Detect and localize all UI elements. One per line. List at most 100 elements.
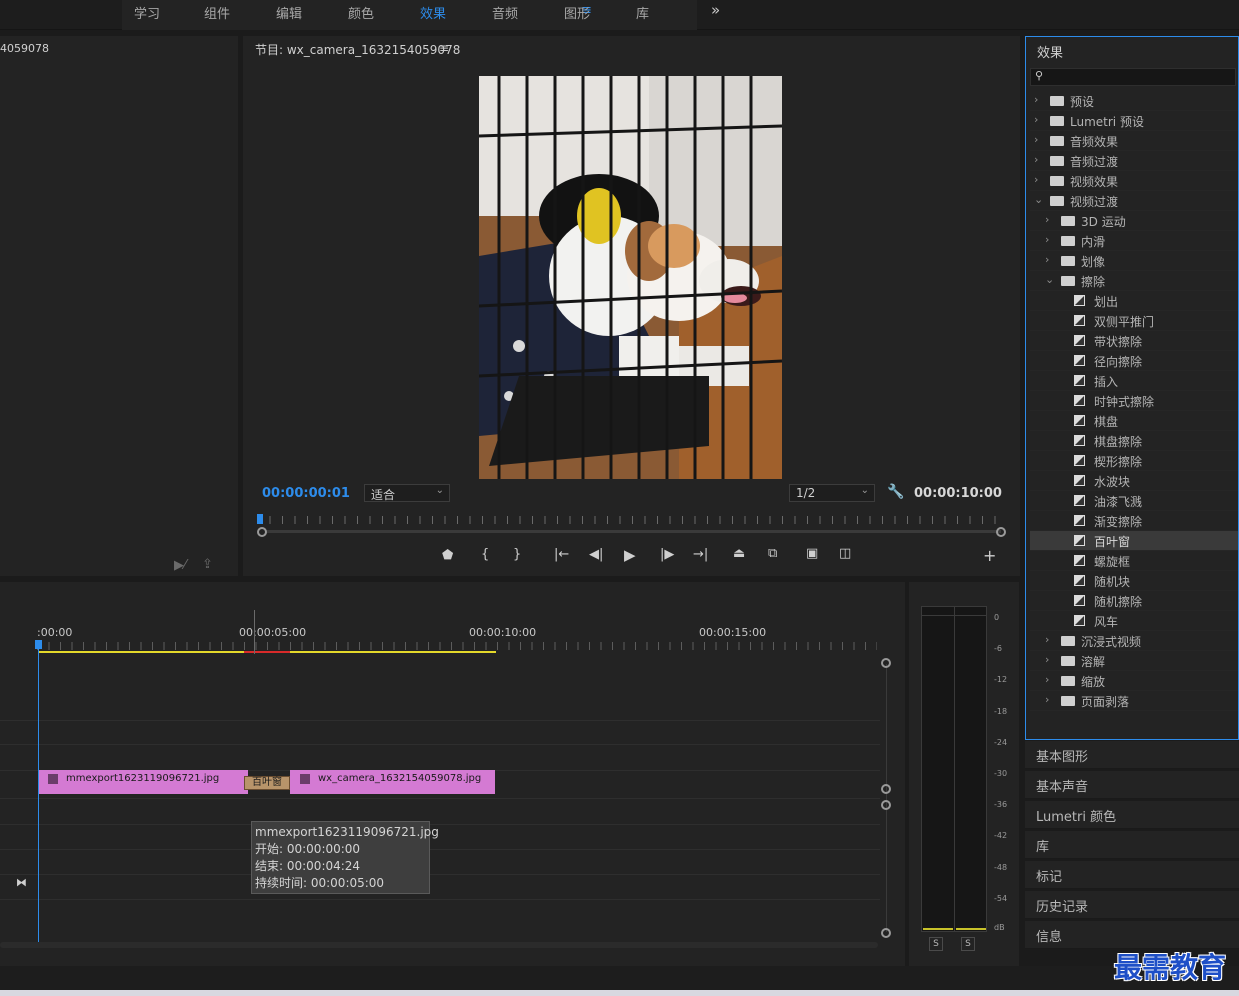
program-ruler[interactable] <box>257 516 1005 524</box>
horizontal-scrollbar[interactable] <box>0 942 878 948</box>
effects-tree-item[interactable]: › 内滑 <box>1030 231 1238 251</box>
effects-tree-item[interactable]: 百叶窗 <box>1030 531 1238 551</box>
chevron-right-icon[interactable]: › <box>1034 153 1038 166</box>
effects-tree-item[interactable]: 棋盘擦除 <box>1030 431 1238 451</box>
zoom-select[interactable]: 适合 ⌄ <box>364 484 450 502</box>
effects-tree-item[interactable]: 风车 <box>1030 611 1238 631</box>
go-to-in-icon[interactable]: |← <box>554 547 569 562</box>
solo-left-button[interactable]: S <box>929 937 943 951</box>
panel-markers[interactable]: 标记 <box>1025 861 1239 889</box>
wrench-icon[interactable]: 🔧 <box>887 484 904 500</box>
effects-tree-item[interactable]: › 页面剥落 <box>1030 691 1238 711</box>
effects-tree-item[interactable]: › Lumetri 预设 <box>1030 111 1238 131</box>
effects-tree-item[interactable]: › 预设 <box>1030 91 1238 111</box>
effects-tree-item[interactable]: ⌄ 视频过渡 <box>1030 191 1238 211</box>
plus-icon[interactable]: + <box>983 546 996 565</box>
panel-lumetri-color[interactable]: Lumetri 颜色 <box>1025 801 1239 829</box>
effects-tree-item[interactable]: 水波块 <box>1030 471 1238 491</box>
tab-libraries[interactable]: 库 <box>636 3 649 22</box>
effects-tree-item[interactable]: 带状擦除 <box>1030 331 1238 351</box>
effects-tree-item[interactable]: › 视频效果 <box>1030 171 1238 191</box>
effects-tree-item[interactable]: 油漆飞溅 <box>1030 491 1238 511</box>
chevron-right-icon[interactable]: › <box>1045 673 1049 686</box>
play-icon[interactable]: ▶ <box>624 546 636 564</box>
tab-graphics[interactable]: 图形 <box>564 3 590 22</box>
playhead-handle[interactable] <box>35 640 42 649</box>
effects-tree-item[interactable]: › 沉浸式视频 <box>1030 631 1238 651</box>
tab-learn[interactable]: 学习 <box>134 3 160 22</box>
playhead-line[interactable] <box>38 644 39 942</box>
chevron-down-icon[interactable]: ⌄ <box>1045 273 1054 286</box>
current-timecode[interactable]: 00:00:00:01 <box>262 486 350 501</box>
panel-menu-icon[interactable]: ≡ <box>439 41 449 55</box>
effects-tree-item[interactable]: 双侧平推门 <box>1030 311 1238 331</box>
effects-tree-item[interactable]: 渐变擦除 <box>1030 511 1238 531</box>
tab-effects[interactable]: 效果 <box>420 3 446 22</box>
effects-tree-item[interactable]: 插入 <box>1030 371 1238 391</box>
chevron-right-icon[interactable]: › <box>1045 233 1049 246</box>
camera-icon[interactable]: ▣ <box>806 546 818 561</box>
go-to-out-icon[interactable]: →| <box>693 547 708 562</box>
chevron-down-icon[interactable]: ⌄ <box>1034 193 1043 206</box>
chevron-right-icon[interactable]: › <box>1034 113 1038 126</box>
chevron-right-icon[interactable]: › <box>1034 93 1038 106</box>
effects-tree-item[interactable]: 螺旋框 <box>1030 551 1238 571</box>
panel-history[interactable]: 历史记录 <box>1025 891 1239 919</box>
chevron-right-icon[interactable]: › <box>1045 633 1049 646</box>
transition-block[interactable]: 百叶窗 <box>244 776 290 790</box>
chevron-right-icon[interactable]: › <box>1034 133 1038 146</box>
vertical-scrollbar[interactable] <box>886 664 887 932</box>
insert-icon[interactable]: ▶⁄ <box>174 558 186 573</box>
panel-essential-sound[interactable]: 基本声音 <box>1025 771 1239 799</box>
snap-icon[interactable]: ⧓ <box>16 876 27 889</box>
export-frame-icon[interactable]: ⇪ <box>202 557 213 572</box>
panel-libraries[interactable]: 库 <box>1025 831 1239 859</box>
tab-editing[interactable]: 编辑 <box>276 3 302 22</box>
lift-icon[interactable]: ⏏ <box>733 546 745 561</box>
tab-assembly[interactable]: 组件 <box>204 3 230 22</box>
scroll-handle[interactable] <box>881 784 891 794</box>
panel-essential-graphics[interactable]: 基本图形 <box>1025 741 1239 769</box>
tab-audio[interactable]: 音频 <box>492 3 518 22</box>
add-marker-icon[interactable]: ⬟ <box>442 548 453 563</box>
effects-tree-item[interactable]: 时钟式擦除 <box>1030 391 1238 411</box>
zoom-handle-left[interactable] <box>257 527 267 537</box>
chevron-right-icon[interactable]: › <box>1045 693 1049 706</box>
double-chevron-right-icon[interactable]: » <box>711 1 720 19</box>
effects-tree-item[interactable]: › 划像 <box>1030 251 1238 271</box>
effects-tree-item[interactable]: 随机擦除 <box>1030 591 1238 611</box>
zoom-handle-right[interactable] <box>996 527 1006 537</box>
effects-search-input[interactable]: ⚲ <box>1030 68 1236 86</box>
timeline-clip[interactable]: wx_camera_1632154059078.jpg <box>290 770 495 794</box>
scroll-handle[interactable] <box>881 658 891 668</box>
step-forward-icon[interactable]: |▶ <box>660 547 674 562</box>
step-back-icon[interactable]: ◀| <box>589 547 603 562</box>
effects-tree-item[interactable]: 划出 <box>1030 291 1238 311</box>
effects-tree-item[interactable]: › 溶解 <box>1030 651 1238 671</box>
chevron-right-icon[interactable]: › <box>1034 173 1038 186</box>
resolution-select[interactable]: 1/2 ⌄ <box>789 484 875 502</box>
effects-tree-item[interactable]: › 音频效果 <box>1030 131 1238 151</box>
effects-tree-item[interactable]: 径向擦除 <box>1030 351 1238 371</box>
chevron-right-icon[interactable]: › <box>1045 653 1049 666</box>
effects-tree-item[interactable]: › 3D 运动 <box>1030 211 1238 231</box>
tab-color[interactable]: 颜色 <box>348 3 374 22</box>
timeline-ruler[interactable] <box>37 642 877 650</box>
scroll-handle[interactable] <box>881 800 891 810</box>
extract-icon[interactable]: ⧉ <box>768 546 777 561</box>
panel-info[interactable]: 信息 <box>1025 921 1239 949</box>
mark-out-icon[interactable]: } <box>513 547 521 562</box>
effects-tree-item[interactable]: 棋盘 <box>1030 411 1238 431</box>
timeline-clip[interactable]: mmexport1623119096721.jpg <box>38 770 248 794</box>
mark-in-icon[interactable]: { <box>481 547 489 562</box>
chevron-right-icon[interactable]: › <box>1045 213 1049 226</box>
scroll-handle[interactable] <box>881 928 891 938</box>
effects-tree-item[interactable]: › 缩放 <box>1030 671 1238 691</box>
effects-tree-item[interactable]: ⌄ 擦除 <box>1030 271 1238 291</box>
chevron-right-icon[interactable]: › <box>1045 253 1049 266</box>
playhead-marker[interactable] <box>257 514 263 524</box>
compare-view-icon[interactable]: ◫ <box>839 546 851 561</box>
zoom-bar[interactable] <box>265 530 1001 533</box>
solo-right-button[interactable]: S <box>961 937 975 951</box>
effects-tree-item[interactable]: 随机块 <box>1030 571 1238 591</box>
